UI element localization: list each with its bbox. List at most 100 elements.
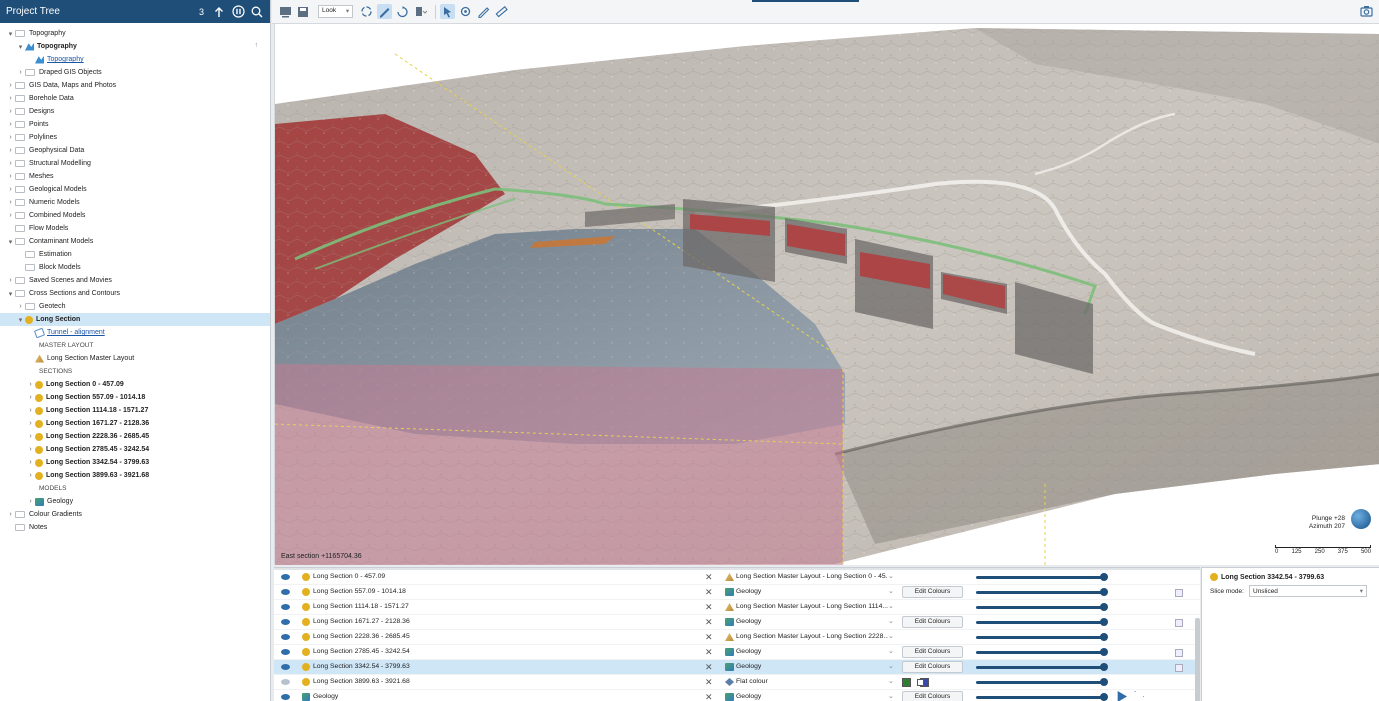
tree-item[interactable]: › Meshes [0, 170, 270, 183]
tree-item[interactable]: Topography [0, 53, 270, 66]
tree-item[interactable]: › Designs [0, 105, 270, 118]
eye-icon[interactable] [281, 589, 290, 595]
tree-item[interactable]: › Long Section 2785.45 - 3242.54 [0, 443, 270, 456]
tree-item[interactable]: › Long Section 0 - 457.09 [0, 378, 270, 391]
tree-item[interactable]: ▾ Topography ↑ [0, 40, 270, 53]
play-outline-icon[interactable] [1134, 691, 1144, 701]
chevron-down-icon[interactable]: ⌄ [888, 572, 894, 580]
tree-item[interactable]: › Points [0, 118, 270, 131]
draw-icon[interactable] [377, 4, 393, 19]
scene-list-row[interactable]: Geology ✕ Geology ⌄ Edit Colours [274, 690, 1200, 701]
edit-colours-button[interactable]: Edit Colours [902, 646, 963, 658]
tree-item[interactable]: › Combined Models [0, 209, 270, 222]
eye-icon[interactable] [281, 574, 290, 580]
eye-icon[interactable] [281, 604, 290, 610]
opacity-slider[interactable] [976, 681, 1105, 684]
scene-list-row[interactable]: Long Section 0 - 457.09 ✕ Long Section Mas… [274, 570, 1200, 585]
edit-colours-button[interactable]: Edit Colours [902, 661, 963, 673]
chevron-right-icon[interactable]: › [26, 407, 35, 414]
scene-list-row[interactable]: Long Section 1114.18 - 1571.27 ✕ Long Sect… [274, 600, 1200, 615]
slider-handle[interactable] [1100, 588, 1108, 596]
scene-list-row[interactable]: Long Section 2785.45 - 3242.54 ✕ Geology ⌄ E… [274, 645, 1200, 660]
search-icon[interactable] [250, 5, 264, 19]
globe-icon[interactable] [1351, 509, 1371, 529]
chevron-right-icon[interactable]: › [6, 108, 15, 115]
tree-item[interactable]: ▾ Topography [0, 27, 270, 40]
legend-icon[interactable] [1175, 589, 1183, 597]
edit-colours-button[interactable]: Edit Colours [902, 691, 963, 701]
tree-item[interactable]: › Geological Models [0, 183, 270, 196]
colour-swatch[interactable] [902, 678, 911, 687]
colouring-select[interactable]: Geology [736, 693, 888, 700]
scene-list-row[interactable]: Long Section 3342.54 - 3799.63 ✕ Geology ⌄ E… [274, 660, 1200, 675]
eye-icon[interactable] [281, 649, 290, 655]
scene-view-icon[interactable] [278, 4, 293, 19]
colouring-select[interactable]: Long Section Master Layout - Long Sectio… [736, 603, 888, 610]
box-icon[interactable] [413, 4, 428, 19]
scene-list-row[interactable]: Long Section 557.09 - 1014.18 ✕ Geology ⌄ Ed… [274, 585, 1200, 600]
chevron-right-icon[interactable]: › [26, 472, 35, 479]
chevron-right-icon[interactable]: › [6, 212, 15, 219]
slider-handle[interactable] [1100, 633, 1108, 641]
colouring-select[interactable]: Geology [736, 648, 888, 655]
tree-item[interactable]: MASTER LAYOUT [0, 339, 270, 352]
remove-icon[interactable]: ✕ [705, 602, 713, 613]
tree-item[interactable]: Estimation [0, 248, 270, 261]
chevron-right-icon[interactable]: › [16, 69, 25, 76]
chevron-right-icon[interactable]: › [26, 433, 35, 440]
opacity-slider[interactable] [976, 666, 1105, 669]
eye-icon[interactable] [281, 694, 290, 700]
slice-mode-select[interactable]: Unsliced [1249, 585, 1367, 597]
scene-list-row[interactable]: Long Section 1671.27 - 2128.36 ✕ Geology ⌄ E… [274, 615, 1200, 630]
3d-scene-viewport[interactable]: East section +1165704.36 Plunge +28 Azim… [274, 24, 1379, 565]
tree-item[interactable]: ▾ Cross Sections and Contours [0, 287, 270, 300]
tree-item[interactable]: › Geophysical Data [0, 144, 270, 157]
scene-list-row[interactable]: Long Section 2228.36 - 2685.45 ✕ Long Sect… [274, 630, 1200, 645]
chevron-right-icon[interactable]: › [26, 446, 35, 453]
chevron-right-icon[interactable]: › [16, 303, 25, 310]
chevron-down-icon[interactable]: ⌄ [888, 617, 894, 625]
opacity-slider[interactable] [976, 696, 1105, 699]
tree-item[interactable]: › Long Section 3342.54 - 3799.63 [0, 456, 270, 469]
checkbox[interactable] [917, 679, 924, 686]
tree-item[interactable]: ▾ Contaminant Models [0, 235, 270, 248]
slider-handle[interactable] [1100, 618, 1108, 626]
select-icon[interactable] [440, 4, 456, 19]
chevron-right-icon[interactable]: › [26, 459, 35, 466]
tree-item[interactable]: › Long Section 1671.27 - 2128.36 [0, 417, 270, 430]
chevron-down-icon[interactable]: ⌄ [888, 692, 894, 700]
chevron-right-icon[interactable]: › [6, 134, 15, 141]
sort-up-icon[interactable] [212, 5, 226, 19]
opacity-slider[interactable] [976, 576, 1105, 579]
remove-icon[interactable]: ✕ [705, 617, 713, 628]
colouring-select[interactable]: Geology [736, 663, 888, 670]
opacity-slider[interactable] [976, 621, 1105, 624]
look-select[interactable]: Look [318, 5, 354, 18]
play-icon[interactable] [1117, 691, 1127, 701]
legend-icon[interactable] [1175, 649, 1183, 657]
colouring-select[interactable]: Long Section Master Layout - Long Sectio… [736, 633, 888, 640]
chevron-right-icon[interactable]: › [6, 147, 15, 154]
chevron-down-icon[interactable]: ⌄ [888, 647, 894, 655]
tree-item[interactable]: MODELS [0, 482, 270, 495]
remove-icon[interactable]: ✕ [705, 587, 713, 598]
legend-icon[interactable] [1175, 664, 1183, 672]
chevron-right-icon[interactable]: › [6, 511, 15, 518]
pause-icon[interactable] [231, 5, 245, 19]
save-scene-icon[interactable] [296, 4, 311, 19]
remove-icon[interactable]: ✕ [705, 677, 713, 688]
chevron-down-icon[interactable]: ▾ [16, 43, 25, 51]
slider-handle[interactable] [1100, 648, 1108, 656]
tree-item[interactable]: Long Section Master Layout [0, 352, 270, 365]
pin-icon[interactable]: ↑ [255, 42, 259, 49]
remove-icon[interactable]: ✕ [705, 647, 713, 658]
chevron-right-icon[interactable]: › [6, 186, 15, 193]
opacity-slider[interactable] [976, 636, 1105, 639]
tree-item[interactable]: › Geotech [0, 300, 270, 313]
tree-item[interactable]: › Numeric Models [0, 196, 270, 209]
tree-item[interactable]: › Long Section 2228.36 - 2685.45 [0, 430, 270, 443]
camera-icon[interactable] [1360, 5, 1373, 19]
chevron-down-icon[interactable]: ⌄ [888, 662, 894, 670]
chevron-right-icon[interactable]: › [6, 160, 15, 167]
slider-handle[interactable] [1100, 573, 1108, 581]
